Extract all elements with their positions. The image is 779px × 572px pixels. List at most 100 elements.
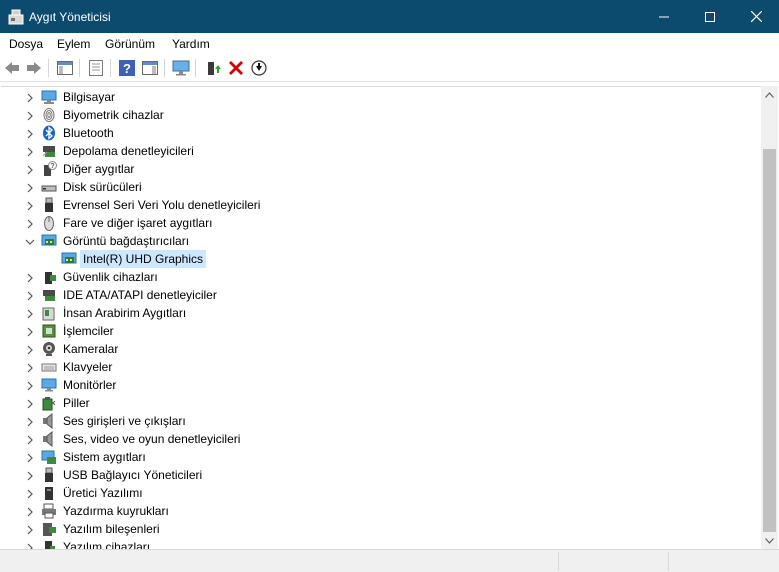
update-driver-icon <box>208 62 221 75</box>
expand-chevron-right-icon[interactable] <box>25 164 35 175</box>
processor-icon <box>41 323 57 339</box>
expand-chevron-right-icon[interactable] <box>25 362 35 373</box>
tree-item-label: Evrensel Seri Veri Yolu denetleyicileri <box>63 198 261 212</box>
expand-chevron-right-icon[interactable] <box>25 218 35 229</box>
unknown-device-icon: ? <box>41 161 57 177</box>
menu-bar: Dosya Eylem Görünüm Yardım <box>0 33 779 55</box>
properties-button[interactable] <box>86 58 106 78</box>
tree-category-yazilim-bilesenleri[interactable]: Yazılım bileşenleri <box>1 520 761 538</box>
expand-chevron-right-icon[interactable] <box>25 506 35 517</box>
expand-chevron-down-icon[interactable] <box>25 236 35 246</box>
tree-category-klavyeler[interactable]: Klavyeler <box>1 358 761 376</box>
tree-device-intel-r-uhd-graphics[interactable]: Intel(R) UHD Graphics <box>1 250 761 268</box>
storage-controller-icon <box>41 143 57 159</box>
title-bar[interactable]: Aygıt Yöneticisi <box>0 0 779 33</box>
action-pane-button[interactable] <box>140 58 160 78</box>
properties-icon <box>89 60 103 76</box>
expand-chevron-right-icon[interactable] <box>25 416 35 427</box>
chevron-down-icon <box>765 537 774 544</box>
tree-category-disk-suruculeri[interactable]: Disk sürücüleri <box>1 178 761 196</box>
expand-chevron-right-icon[interactable] <box>25 272 35 283</box>
tree-category-ses-girisleri-ve-cikislari[interactable]: Ses girişleri ve çıkışları <box>1 412 761 430</box>
expand-chevron-right-icon[interactable] <box>25 380 35 391</box>
tree-category-usb-baglayici-yoneticileri[interactable]: USB Bağlayıcı Yöneticileri <box>1 466 761 484</box>
tree-item-label: Piller <box>63 396 90 410</box>
expand-chevron-right-icon[interactable] <box>25 470 35 481</box>
update-driver-button[interactable] <box>203 58 223 78</box>
tree-category-yazdirma-kuyruklari[interactable]: Yazdırma kuyrukları <box>1 502 761 520</box>
expand-chevron-right-icon[interactable] <box>25 128 35 139</box>
expand-chevron-right-icon[interactable] <box>25 434 35 445</box>
tree-category-fare-ve-diger-isaret-aygitlari[interactable]: Fare ve diğer işaret aygıtları <box>1 214 761 232</box>
expand-chevron-right-icon[interactable] <box>25 326 35 337</box>
help-icon: ? <box>119 60 135 76</box>
expand-chevron-right-icon[interactable] <box>25 542 35 549</box>
display-adapter-icon <box>61 251 77 267</box>
speaker-icon <box>41 412 57 430</box>
tree-category-goruntu-bagdastiricilari[interactable]: Görüntü bağdaştırıcıları <box>1 232 761 250</box>
action-pane-icon <box>142 61 158 75</box>
back-button[interactable] <box>2 58 22 78</box>
tree-item-label: Güvenlik cihazları <box>63 270 158 284</box>
menu-dosya[interactable]: Dosya <box>9 37 43 51</box>
tree-category-guvenlik-cihazlari[interactable]: Güvenlik cihazları <box>1 268 761 286</box>
expand-chevron-right-icon[interactable] <box>25 290 35 301</box>
expand-chevron-right-icon[interactable] <box>25 344 35 355</box>
expand-chevron-right-icon[interactable] <box>25 488 35 499</box>
tree-category-i-nsan-arabirim-aygitlari[interactable]: İnsan Arabirim Aygıtları <box>1 304 761 322</box>
tree-category-kameralar[interactable]: Kameralar <box>1 340 761 358</box>
tree-category-ses-video-ve-oyun-denetleyicileri[interactable]: Ses, video ve oyun denetleyicileri <box>1 430 761 448</box>
toolbar-separator <box>79 59 80 77</box>
forward-button[interactable] <box>24 58 44 78</box>
device-tree[interactable]: Bilgisayar Biyometrik cihazlar Bluetooth De… <box>1 86 761 549</box>
scroll-down-button[interactable] <box>761 532 778 549</box>
tree-item-label: Depolama denetleyicileri <box>63 144 194 158</box>
tree-category-yazilim-cihazlari[interactable]: Yazılım cihazları <box>1 538 761 549</box>
keyboard-icon <box>41 359 57 375</box>
tree-category-uretici-yazilimi[interactable]: Üretici Yazılımı <box>1 484 761 502</box>
scan-hardware-button[interactable] <box>171 58 191 78</box>
tree-category-evrensel-seri-veri-yolu-denetleyicileri[interactable]: Evrensel Seri Veri Yolu denetleyicileri <box>1 196 761 214</box>
tree-category-depolama-denetleyicileri[interactable]: Depolama denetleyicileri <box>1 142 761 160</box>
tree-category-piller[interactable]: Piller <box>1 394 761 412</box>
expand-chevron-right-icon[interactable] <box>25 524 35 535</box>
menu-yardim[interactable]: Yardım <box>172 37 210 51</box>
display-adapter-icon <box>41 233 57 249</box>
tree-category-i-slemciler[interactable]: İşlemciler <box>1 322 761 340</box>
menu-gorunum[interactable]: Görünüm <box>105 37 155 51</box>
tree-category-sistem-aygitlari[interactable]: Sistem aygıtları <box>1 448 761 466</box>
uninstall-device-button[interactable] <box>226 58 246 78</box>
tree-category-bluetooth[interactable]: Bluetooth <box>1 124 761 142</box>
close-button[interactable] <box>733 0 779 33</box>
vertical-scrollbar[interactable] <box>761 86 778 549</box>
expand-chevron-right-icon[interactable] <box>25 182 35 193</box>
expand-chevron-right-icon[interactable] <box>25 452 35 463</box>
tree-item-label: İnsan Arabirim Aygıtları <box>63 306 187 320</box>
expand-chevron-right-icon[interactable] <box>25 110 35 121</box>
maximize-icon <box>705 11 715 22</box>
download-button[interactable] <box>249 58 269 78</box>
expand-chevron-right-icon[interactable] <box>25 200 35 211</box>
help-button[interactable]: ? <box>117 58 137 78</box>
tree-category-ide-ata-atapi-denetleyiciler[interactable]: IDE ATA/ATAPI denetleyiciler <box>1 286 761 304</box>
expand-chevron-right-icon[interactable] <box>25 92 35 103</box>
speaker-icon <box>41 430 57 448</box>
tree-item-label: Monitörler <box>63 378 117 392</box>
tree-category-biyometrik-cihazlar[interactable]: Biyometrik cihazlar <box>1 106 761 124</box>
expand-chevron-right-icon[interactable] <box>25 146 35 157</box>
menu-eylem[interactable]: Eylem <box>57 37 90 51</box>
maximize-button[interactable] <box>687 0 733 33</box>
expand-chevron-right-icon[interactable] <box>25 308 35 319</box>
expand-chevron-right-icon[interactable] <box>25 398 35 409</box>
scan-hardware-changes-icon <box>172 60 190 76</box>
minimize-button[interactable] <box>641 0 687 33</box>
tree-category-diger-aygitlar[interactable]: ? Diğer aygıtlar <box>1 160 761 178</box>
computer-icon <box>41 89 57 105</box>
scroll-thumb[interactable] <box>763 149 776 532</box>
tree-category-bilgisayar[interactable]: Bilgisayar <box>1 88 761 106</box>
security-device-icon <box>41 269 57 285</box>
toolbar-separator <box>48 59 49 77</box>
tree-category-monitorler[interactable]: Monitörler <box>1 376 761 394</box>
console-tree-button[interactable] <box>55 58 75 78</box>
scroll-up-button[interactable] <box>761 86 778 103</box>
